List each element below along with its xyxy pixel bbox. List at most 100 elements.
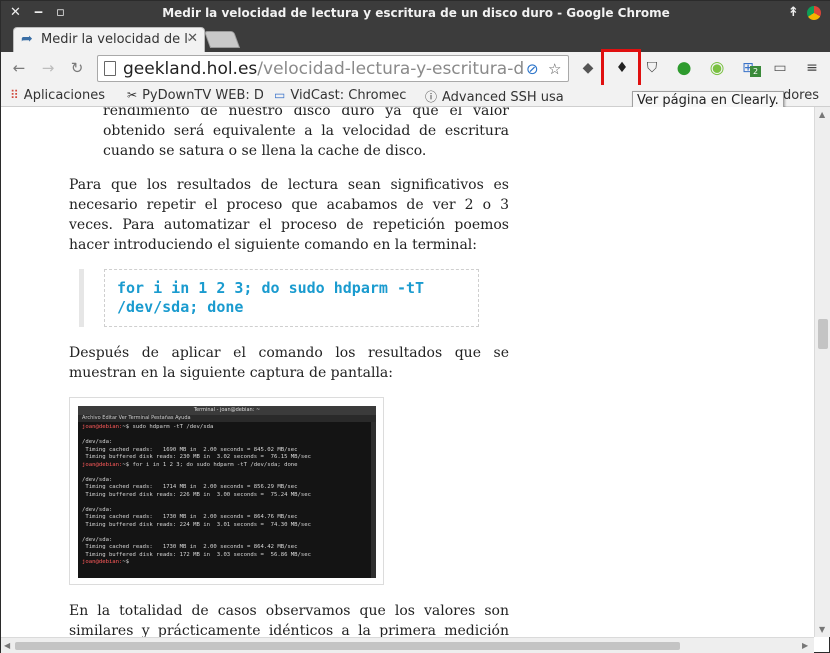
bookmark-pydowntv[interactable]: ✂ PyDownTV WEB: D <box>127 88 263 103</box>
terminal-prompt: joan@debian: <box>82 559 123 565</box>
terminal-line: Timing buffered disk reads: 230 MB in 3.… <box>82 454 370 462</box>
terminal-line: Timing buffered disk reads: 224 MB in 3.… <box>82 522 370 530</box>
bookmark-label: VidCast: Chromec <box>290 88 407 103</box>
url-host: geekland.hol.es <box>123 59 258 79</box>
terminal-text: Timing buffered disk reads: 226 MB in 3.… <box>82 491 312 498</box>
toolbar: ← → ↻ geekland.hol.es/velocidad-lectura-… <box>1 52 830 85</box>
scroll-right-icon[interactable]: ▶ <box>802 641 808 650</box>
terminal-line <box>82 432 370 440</box>
scroll-down-icon[interactable]: ▼ <box>819 625 825 634</box>
bookmark-label: Aplicaciones <box>23 88 106 103</box>
bookmark-star-icon[interactable]: ☆ <box>548 60 561 78</box>
horizontal-scrollbar[interactable]: ◀ ▶ <box>1 637 814 653</box>
terminal-line: /dev/sda: <box>82 537 370 545</box>
browser-window: ✕ ‒ ▫ Medir la velocidad de lectura y es… <box>0 0 830 653</box>
terminal-text: /dev/sda: <box>82 439 113 445</box>
terminal-text: Timing cached reads: 1690 MB in 2.00 sec… <box>82 446 298 453</box>
window-title: Medir la velocidad de lectura y escritur… <box>162 6 670 20</box>
menu-icon[interactable]: ≡ <box>801 57 823 79</box>
terminal-title: Terminal - joan@debian: ~ <box>78 406 376 415</box>
terminal-text: Timing buffered disk reads: 224 MB in 3.… <box>82 521 312 528</box>
terminal-text: /dev/sda: <box>82 476 113 483</box>
scroll-up-window-icon[interactable]: ↟ <box>788 5 799 21</box>
chrome-logo-icon <box>807 6 821 20</box>
scroll-left-icon[interactable]: ◀ <box>4 641 10 650</box>
terminal-line: Timing cached reads: 1730 MB in 2.00 sec… <box>82 544 370 552</box>
terminal-text: Timing buffered disk reads: 172 MB in 3.… <box>82 551 312 558</box>
terminal-prompt: joan@debian: <box>82 461 123 468</box>
terminal-line: /dev/sda: <box>82 477 370 485</box>
tab-strip: ➦ Medir la velocidad de lectura y escrit… <box>1 25 830 52</box>
forward-arrow-icon[interactable]: → <box>38 58 58 78</box>
terminal-window: Terminal - joan@debian: ~ Archivo Editar… <box>78 406 376 578</box>
terminal-text: Timing cached reads: 1714 MB in 2.00 sec… <box>82 484 298 490</box>
terminal-line: Timing cached reads: 1730 MB in 2.00 sec… <box>82 514 370 522</box>
terminal-text: ~$ sudo hdparm -tT /dev/sda <box>122 424 214 430</box>
terminal-line: joan@debian:~$ sudo hdparm -tT /dev/sda <box>82 424 370 432</box>
tab-close-icon[interactable]: ✕ <box>187 31 198 46</box>
reload-icon[interactable]: ↻ <box>67 58 87 78</box>
paragraph: En la totalidad de casos observamos que … <box>69 603 509 637</box>
cast-icon: ▭ <box>274 88 286 102</box>
extension-diamond-icon[interactable]: ◆ <box>577 57 599 79</box>
url-text[interactable]: geekland.hol.es/velocidad-lectura-y-escr… <box>123 59 523 79</box>
terminal-text: Timing cached reads: 1730 MB in 2.00 sec… <box>82 514 298 520</box>
bookmark-label: Advanced SSH usa <box>442 90 564 105</box>
terminal-output: joan@debian:~$ sudo hdparm -tT /dev/sda … <box>82 424 370 567</box>
back-arrow-icon[interactable]: ← <box>9 58 29 78</box>
terminal-text: Timing cached reads: 1730 MB in 2.00 sec… <box>82 544 298 550</box>
address-bar[interactable]: geekland.hol.es/velocidad-lectura-y-escr… <box>97 55 569 82</box>
terminal-text: Timing buffered disk reads: 230 MB in 3.… <box>82 454 312 460</box>
terminal-line: Timing buffered disk reads: 226 MB in 3.… <box>82 492 370 500</box>
terminal-line <box>82 529 370 537</box>
pydowntv-icon: ✂ <box>127 88 138 102</box>
tab-active[interactable]: ➦ Medir la velocidad de lectura y escrit… <box>13 27 205 52</box>
terminal-text: ~$ <box>122 559 133 565</box>
blocked-content-icon[interactable]: ⊘ <box>526 60 539 78</box>
terminal-text: /dev/sda: <box>82 506 113 513</box>
search-green-icon[interactable]: ◉ <box>706 57 728 79</box>
evernote-icon[interactable]: ● <box>673 57 695 79</box>
screenshot-image: Terminal - joan@debian: ~ Archivo Editar… <box>69 397 384 585</box>
terminal-text: ~$ for i in 1 2 3; do sudo hdparm -tT /d… <box>122 461 298 468</box>
terminal-line: Timing cached reads: 1714 MB in 2.00 sec… <box>82 484 370 492</box>
title-bar: ✕ ‒ ▫ Medir la velocidad de lectura y es… <box>1 1 830 25</box>
page-content: rendimiento de nuestro disco duro ya que… <box>1 107 814 637</box>
terminal-line <box>82 499 370 507</box>
scrollbar-thumb[interactable] <box>15 642 680 650</box>
bookmark-apps[interactable]: ⠿ Aplicaciones <box>10 88 105 103</box>
terminal-line <box>82 469 370 477</box>
vertical-scrollbar[interactable]: ▲ ▼ <box>814 107 830 637</box>
code-text: for i in 1 2 3; do sudo hdparm -tT /dev/… <box>104 269 479 327</box>
page-icon <box>104 61 116 76</box>
pocket-icon[interactable]: ⛉ <box>641 57 663 79</box>
extension-badge: 2 <box>750 66 761 77</box>
scrollbar-thumb[interactable] <box>818 319 828 349</box>
list-item-text: rendimiento de nuestro disco duro ya que… <box>103 107 509 159</box>
terminal-line: /dev/sda: <box>82 439 370 447</box>
new-tab-button[interactable] <box>203 31 241 48</box>
terminal-prompt: joan@debian: <box>82 424 123 430</box>
terminal-line: Timing cached reads: 1690 MB in 2.00 sec… <box>82 447 370 455</box>
highlight-box <box>601 49 641 89</box>
cast-icon[interactable]: ▭ <box>769 57 791 79</box>
terminal-line: joan@debian:~$ <box>82 559 370 567</box>
tab-title: Medir la velocidad de lectura y escritur… <box>41 32 189 47</box>
terminal-menu: Archivo Editar Ver Terminal Pestañas Ayu… <box>78 415 376 422</box>
apps-grid-icon: ⠿ <box>10 88 19 102</box>
translate-grid-icon[interactable]: ⊞ 2 <box>737 57 761 79</box>
share-arrow-icon: ➦ <box>21 31 33 47</box>
url-path: /velocidad-lectura-y-escritura-disco-dur… <box>257 59 523 79</box>
terminal-scrollbar <box>371 422 376 578</box>
code-block: for i in 1 2 3; do sudo hdparm -tT /dev/… <box>79 269 479 327</box>
terminal-text: /dev/sda: <box>82 536 113 543</box>
info-icon: ⓘ <box>425 90 438 104</box>
paragraph: Después de aplicar el comando los result… <box>69 345 509 381</box>
bookmark-vidcast[interactable]: ▭ VidCast: Chromec <box>274 88 414 103</box>
scroll-up-icon[interactable]: ▲ <box>819 110 825 119</box>
bookmark-label: PyDownTV WEB: D <box>142 88 263 103</box>
bookmark-advanced-ssh[interactable]: ⓘ Advanced SSH usa <box>425 88 565 105</box>
